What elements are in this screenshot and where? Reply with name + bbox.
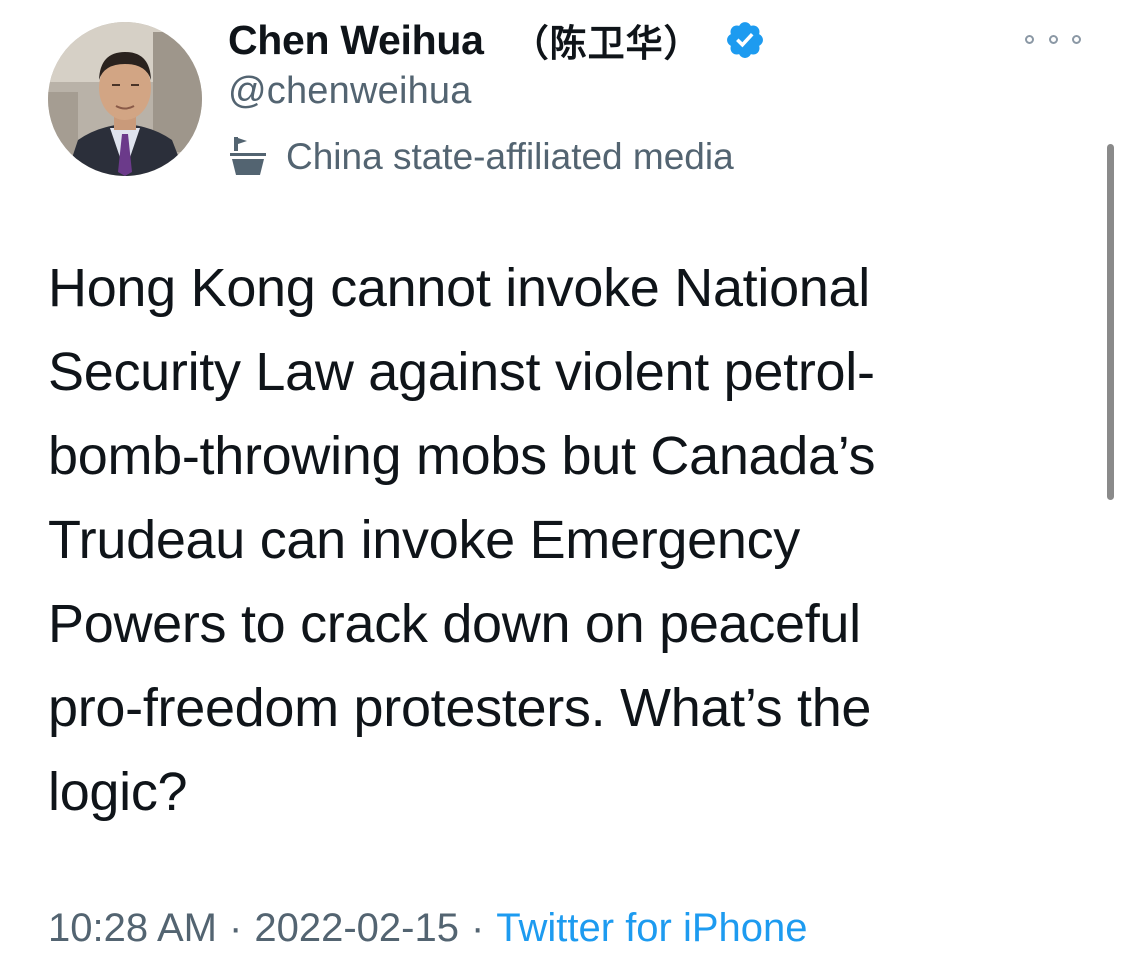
separator-dot: · [470, 906, 485, 950]
scrollbar[interactable] [1107, 144, 1114, 500]
more-dot [1072, 34, 1081, 44]
author-display-name[interactable]: Chen Weihua [228, 17, 484, 64]
tweet-metadata: 10:28 AM · 2022-02-15 · Twitter for iPho… [48, 906, 808, 951]
tweet-date[interactable]: 2022-02-15 [254, 906, 459, 951]
tweet-source-link[interactable]: Twitter for iPhone [496, 906, 807, 951]
tweet-text: Hong Kong cannot invoke National Securit… [48, 258, 876, 822]
author-name-row[interactable]: Chen Weihua （陈卫华） [228, 14, 766, 66]
more-dot [1025, 34, 1034, 44]
avatar[interactable] [48, 22, 202, 176]
more-dot [1048, 34, 1058, 44]
government-flag-icon [228, 135, 268, 179]
state-media-label-text: China state-affiliated media [286, 136, 734, 177]
more-options-icon[interactable] [1025, 24, 1081, 54]
separator-dot: · [229, 906, 243, 950]
author-handle[interactable]: @chenweihua [228, 70, 472, 113]
state-media-label[interactable]: China state-affiliated media [228, 134, 734, 180]
tweet-time[interactable]: 10:28 AM [48, 906, 217, 951]
verified-badge-icon [724, 19, 766, 61]
avatar-image [48, 22, 202, 176]
author-cjk-name[interactable]: （陈卫华） [512, 13, 702, 67]
